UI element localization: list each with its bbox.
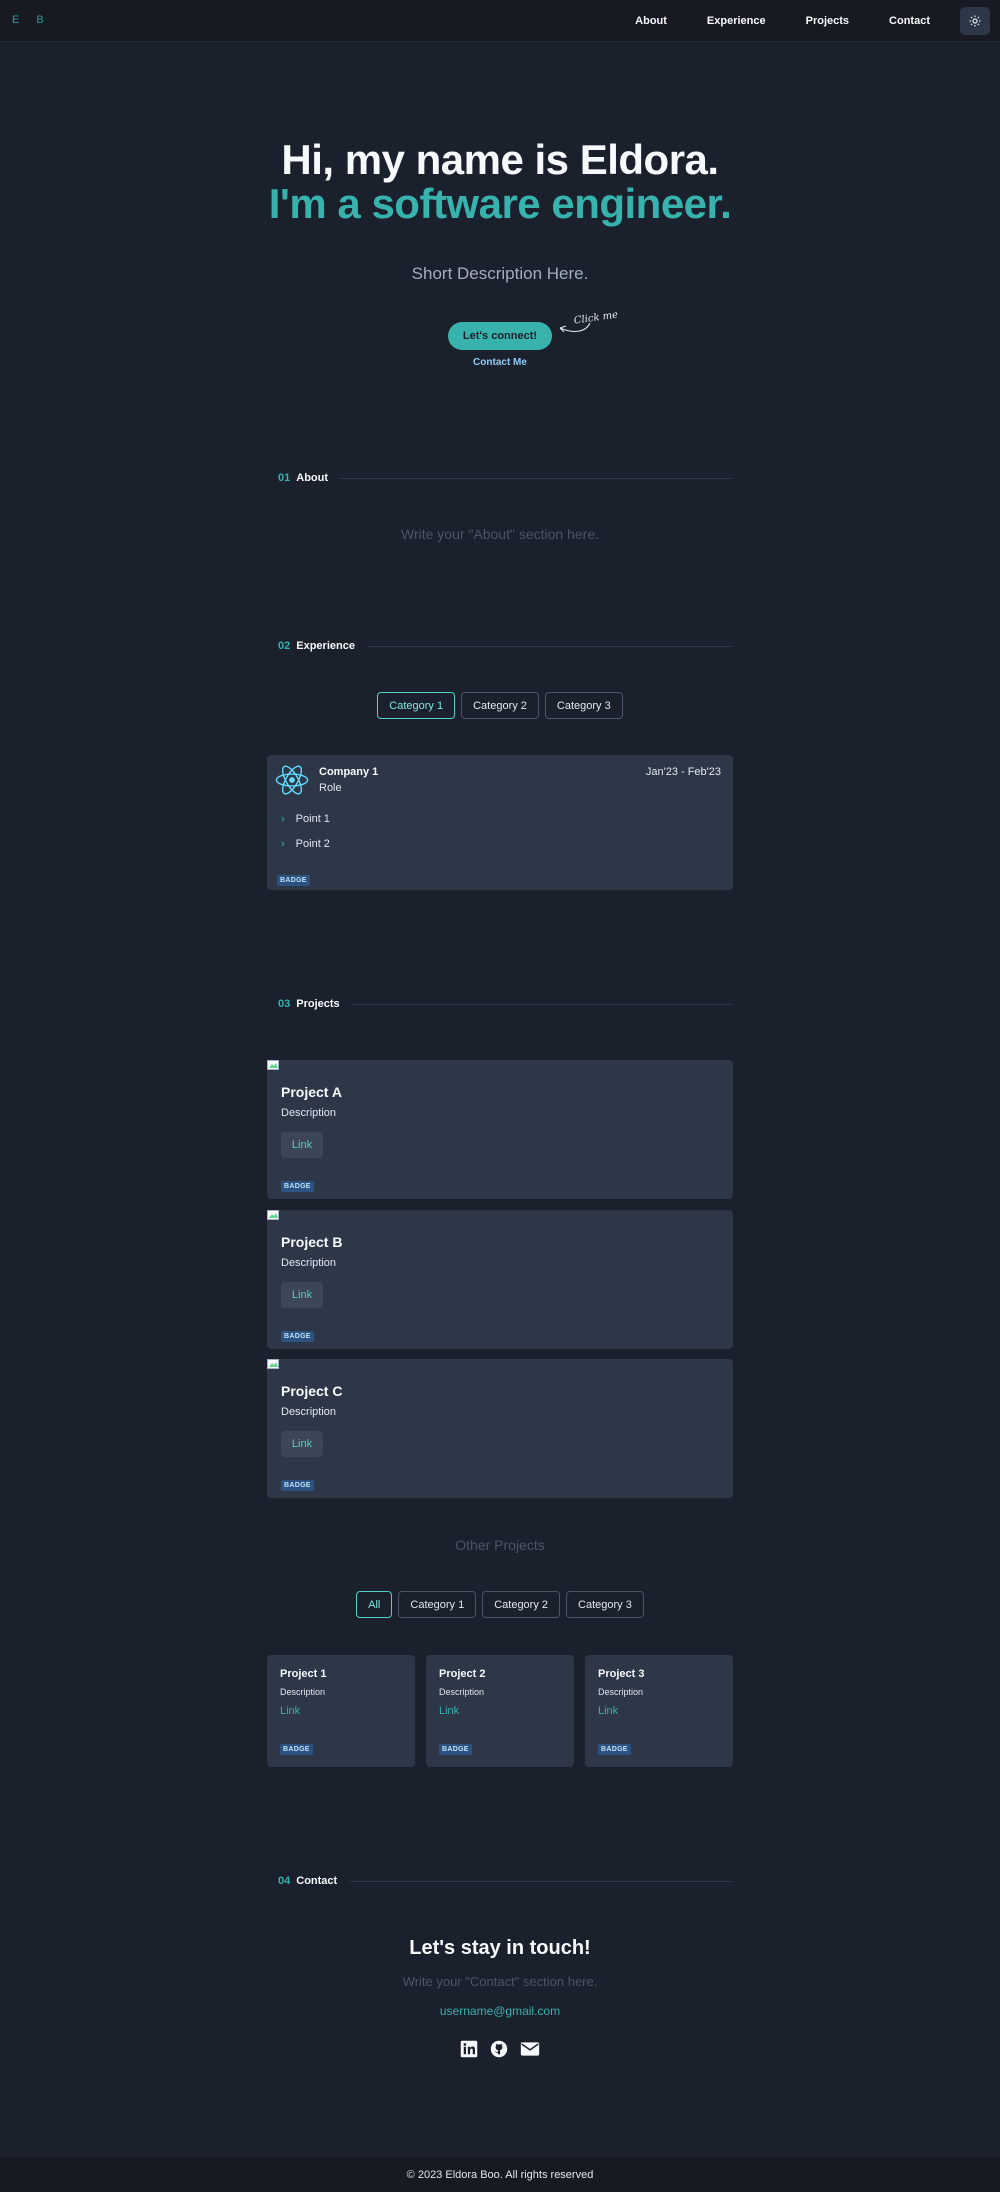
nav-item-projects[interactable]: Projects	[786, 15, 869, 27]
other-projects-tabs: All Category 1 Category 2 Category 3	[0, 1591, 1000, 1618]
point-text: Point 1	[295, 813, 330, 825]
project-link[interactable]: Link	[439, 1705, 459, 1717]
project-title: Project 3	[598, 1668, 645, 1680]
badge: BADGE	[439, 1744, 472, 1755]
nav-item-contact[interactable]: Contact	[869, 15, 950, 27]
contact-heading: Let's stay in touch!	[409, 1937, 591, 1959]
project-description: Description	[281, 1406, 337, 1418]
project-description: Description	[280, 1687, 326, 1697]
divider	[351, 1003, 732, 1005]
lets-connect-button[interactable]: Let's connect!	[448, 322, 552, 350]
project-description: Description	[281, 1107, 337, 1119]
tab-category-2[interactable]: Category 2	[482, 1591, 561, 1618]
project-description: Description	[439, 1687, 485, 1697]
other-project-card: Project 1 Description Link BADGE	[267, 1655, 415, 1767]
contact-me-link[interactable]: Contact Me	[0, 357, 1000, 368]
hero-description: Short Description Here.	[411, 264, 589, 283]
tab-category-1[interactable]: Category 1	[398, 1591, 477, 1618]
projects-section-header: 03 Projects	[278, 998, 732, 1010]
github-icon[interactable]	[490, 2040, 508, 2058]
social-links	[0, 2040, 1000, 2058]
badge: BADGE	[598, 1744, 631, 1755]
project-link-button[interactable]: Link	[281, 1132, 323, 1158]
logo[interactable]: E B	[12, 14, 51, 26]
divider	[366, 645, 732, 647]
badge: BADGE	[281, 1181, 314, 1192]
project-link-button[interactable]: Link	[281, 1282, 323, 1308]
list-item: › Point 2	[281, 838, 330, 850]
badge: BADGE	[280, 1744, 313, 1755]
contact-text: Write your "Contact" section here.	[402, 1974, 598, 1989]
theme-toggle-button[interactable]	[960, 7, 990, 35]
sun-icon	[969, 15, 981, 27]
project-link[interactable]: Link	[598, 1705, 618, 1717]
project-card: Project A Description Link BADGE	[267, 1060, 733, 1199]
broken-image-icon	[267, 1060, 279, 1070]
nav-item-experience[interactable]: Experience	[687, 15, 786, 27]
project-title: Project C	[281, 1383, 343, 1399]
project-description: Description	[598, 1687, 644, 1697]
badge: BADGE	[281, 1331, 314, 1342]
tab-category-3[interactable]: Category 3	[544, 692, 623, 719]
project-card: Project C Description Link BADGE	[267, 1359, 733, 1498]
email-icon[interactable]	[520, 2040, 540, 2058]
project-title: Project 2	[439, 1668, 486, 1680]
job-role: Role	[319, 782, 342, 794]
project-title: Project B	[281, 1234, 343, 1250]
hero-tagline: I'm a software engineer.	[268, 180, 732, 227]
broken-image-icon	[267, 1210, 279, 1220]
copyright-text: © 2023 Eldora Boo. All rights reserved	[406, 2168, 594, 2181]
hero-greeting: Hi, my name is Eldora.	[281, 136, 719, 183]
experience-section-header: 02 Experience	[278, 640, 732, 652]
other-project-card: Project 3 Description Link BADGE	[585, 1655, 733, 1767]
tab-all[interactable]: All	[356, 1591, 393, 1618]
react-icon	[275, 763, 309, 802]
divider	[349, 1880, 732, 1882]
section-number: 02	[278, 640, 291, 652]
contact-email-link[interactable]: username@gmail.com	[0, 2004, 1000, 2018]
project-link-button[interactable]: Link	[281, 1431, 323, 1457]
job-dates: Jan'23 - Feb'23	[645, 766, 721, 778]
company-name: Company 1	[319, 766, 379, 778]
click-me-annotation: Click me!	[556, 309, 623, 349]
other-projects-heading: Other Projects	[455, 1537, 545, 1553]
footer: © 2023 Eldora Boo. All rights reserved	[0, 2157, 1000, 2192]
chevron-right-icon: ›	[281, 838, 285, 850]
project-card: Project B Description Link BADGE	[267, 1210, 733, 1349]
point-text: Point 2	[295, 838, 330, 850]
tab-category-2[interactable]: Category 2	[461, 692, 539, 719]
linkedin-icon[interactable]	[460, 2040, 478, 2058]
nav-menu: About Experience Projects Contact	[615, 0, 1000, 42]
top-navbar: E B About Experience Projects Contact	[0, 0, 1000, 42]
section-number: 01	[278, 472, 291, 484]
list-item: › Point 1	[281, 813, 330, 825]
contact-section-header: 04 Contact	[278, 1875, 732, 1887]
section-title: Projects	[296, 998, 340, 1010]
section-number: 03	[278, 998, 291, 1010]
other-project-card: Project 2 Description Link BADGE	[426, 1655, 574, 1767]
tab-category-3[interactable]: Category 3	[566, 1591, 644, 1618]
divider	[340, 477, 732, 479]
experience-card: Company 1 Role Jan'23 - Feb'23 › Point 1…	[267, 755, 733, 890]
section-title: Contact	[296, 1875, 338, 1887]
project-title: Project A	[281, 1084, 342, 1100]
about-section-header: 01 About	[278, 472, 732, 484]
project-link[interactable]: Link	[280, 1705, 300, 1717]
click-me-text: Click me!	[573, 312, 618, 327]
section-title: Experience	[296, 640, 355, 652]
about-text: Write your "About" section here.	[401, 526, 599, 542]
tab-category-1[interactable]: Category 1	[377, 692, 456, 719]
section-title: About	[296, 472, 329, 484]
badge: BADGE	[281, 1480, 314, 1491]
badge: BADGE	[277, 875, 310, 886]
experience-tabs: Category 1 Category 2 Category 3	[0, 692, 1000, 719]
broken-image-icon	[267, 1359, 279, 1369]
chevron-right-icon: ›	[281, 813, 285, 825]
project-description: Description	[281, 1257, 337, 1269]
section-number: 04	[278, 1875, 291, 1887]
nav-item-about[interactable]: About	[615, 15, 687, 27]
project-title: Project 1	[280, 1668, 327, 1680]
